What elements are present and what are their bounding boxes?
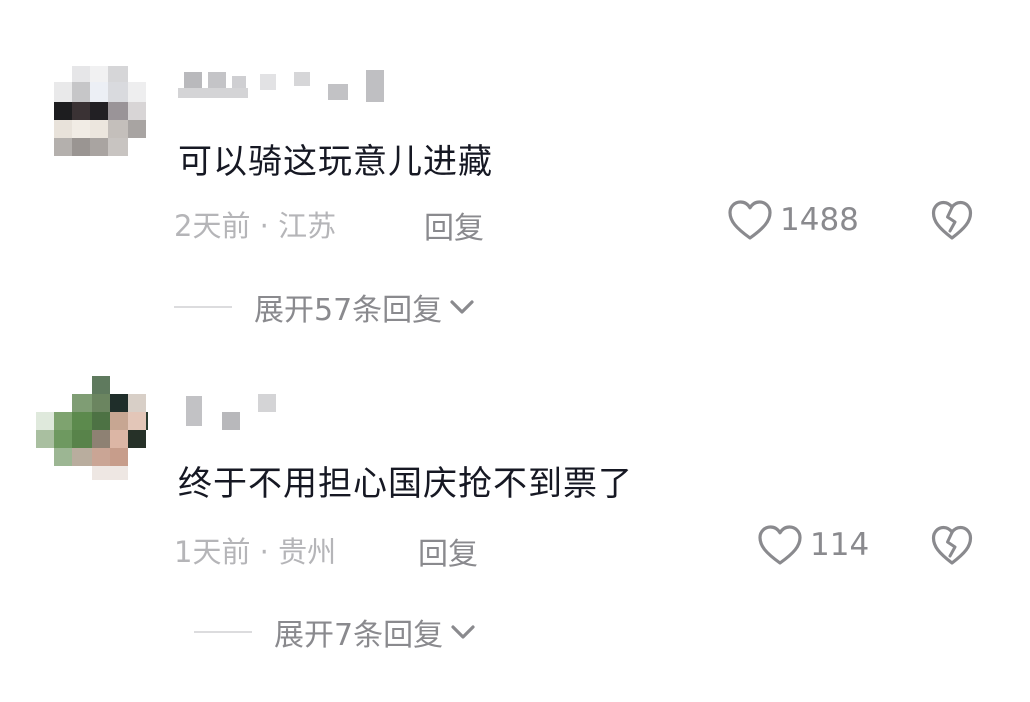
like-count: 114 [810,527,870,563]
like-button[interactable]: 1488 [726,198,859,242]
avatar[interactable] [36,66,148,162]
avatar[interactable] [36,376,148,480]
dislike-button[interactable] [930,523,974,571]
comment-meta: 2天前 · 江苏 [174,209,337,243]
comment-text: 终于不用担心国庆抢不到票了 [178,464,633,504]
expand-replies-button[interactable]: 展开57条回复 [174,285,476,329]
username-blurred[interactable] [178,66,390,104]
like-count: 1488 [780,202,859,238]
divider [174,306,232,308]
comment-item: 可以骑这玩意儿进藏 2天前 · 江苏 回复 1488 展开57条回复 [0,0,1030,350]
divider [194,631,252,633]
broken-heart-icon [931,200,973,240]
chevron-down-icon [451,625,475,639]
dislike-button[interactable] [930,198,974,246]
expand-replies-label: 展开7条回复 [274,618,444,653]
chevron-down-icon [450,300,474,314]
expand-replies-label: 展开57条回复 [254,293,443,328]
expand-replies-button[interactable]: 展开7条回复 [194,610,477,654]
username-blurred[interactable] [178,394,288,434]
comment-item: 终于不用担心国庆抢不到票了 1天前 · 贵州 回复 114 展开7条回复 [0,350,1030,702]
reply-button[interactable]: 回复 [418,529,478,573]
like-button[interactable]: 114 [756,523,869,567]
reply-button[interactable]: 回复 [424,203,484,247]
broken-heart-icon [931,525,973,565]
heart-outline-icon [758,525,802,565]
comment-text: 可以骑这玩意儿进藏 [178,142,493,182]
heart-outline-icon [728,200,772,240]
comment-meta: 1天前 · 贵州 [174,535,337,569]
